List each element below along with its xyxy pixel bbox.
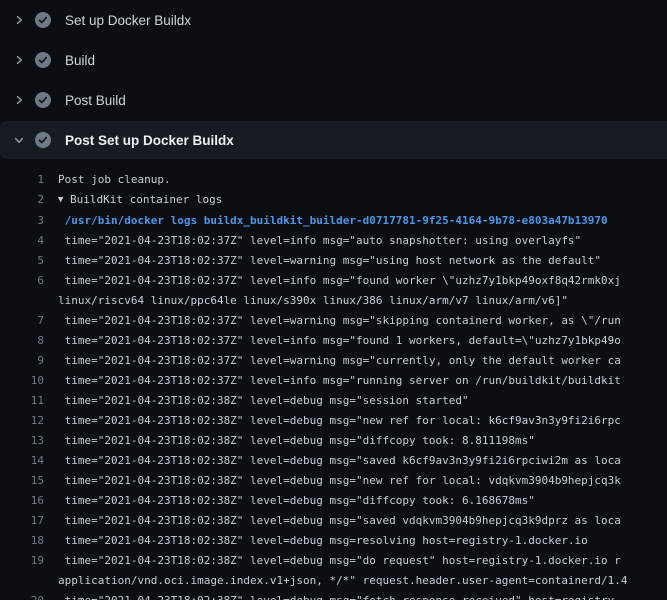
log-row: 18 time="2021-04-23T18:02:38Z" level=deb… [0, 531, 667, 551]
check-circle-icon [35, 52, 51, 68]
log-text: time="2021-04-23T18:02:38Z" level=debug … [44, 551, 667, 571]
step-row-post-set-up-docker-buildx[interactable]: Post Set up Docker Buildx [0, 121, 667, 159]
line-number[interactable] [0, 291, 44, 311]
log-lines: 1 Post job cleanup. 2 ▼ BuildKit contain… [0, 159, 667, 600]
log-row: 11 time="2021-04-23T18:02:38Z" level=deb… [0, 391, 667, 411]
chevron-down-icon [12, 133, 26, 147]
log-text: time="2021-04-23T18:02:38Z" level=debug … [44, 391, 667, 411]
log-text: linux/riscv64 linux/ppc64le linux/s390x … [44, 291, 667, 311]
line-number[interactable]: 15 [0, 471, 44, 491]
line-number[interactable]: 6 [0, 271, 44, 291]
step-row-build[interactable]: Build [0, 40, 667, 80]
log-text: application/vnd.oci.image.index.v1+json,… [44, 571, 667, 591]
log-text: time="2021-04-23T18:02:38Z" level=debug … [44, 491, 667, 511]
check-circle-icon [35, 132, 51, 148]
log-text: time="2021-04-23T18:02:38Z" level=debug … [44, 511, 667, 531]
step-label: Post Set up Docker Buildx [65, 133, 234, 148]
log-row: 10 time="2021-04-23T18:02:37Z" level=inf… [0, 371, 667, 391]
log-row: 14 time="2021-04-23T18:02:38Z" level=deb… [0, 451, 667, 471]
steps-list: Set up Docker Buildx Build [0, 0, 667, 159]
log-row: 5 time="2021-04-23T18:02:37Z" level=warn… [0, 251, 667, 271]
step-row-set-up-docker-buildx[interactable]: Set up Docker Buildx [0, 0, 667, 40]
step-label: Build [65, 53, 95, 68]
line-number[interactable]: 11 [0, 391, 44, 411]
line-number[interactable]: 12 [0, 411, 44, 431]
log-row: 6 time="2021-04-23T18:02:37Z" level=info… [0, 271, 667, 291]
log-row: 9 time="2021-04-23T18:02:37Z" level=warn… [0, 351, 667, 371]
log-text: time="2021-04-23T18:02:38Z" level=debug … [44, 411, 667, 431]
line-number[interactable]: 5 [0, 251, 44, 271]
log-text: time="2021-04-23T18:02:37Z" level=info m… [44, 271, 667, 291]
log-text: time="2021-04-23T18:02:37Z" level=warnin… [44, 251, 667, 271]
log-text: time="2021-04-23T18:02:38Z" level=debug … [44, 471, 667, 491]
log-row: 17 time="2021-04-23T18:02:38Z" level=deb… [0, 511, 667, 531]
chevron-right-icon [12, 53, 26, 67]
log-text: time="2021-04-23T18:02:37Z" level=warnin… [44, 311, 667, 331]
line-number[interactable]: 16 [0, 491, 44, 511]
line-number[interactable]: 1 [0, 170, 44, 190]
log-text: time="2021-04-23T18:02:38Z" level=debug … [44, 531, 667, 551]
check-circle-icon [35, 92, 51, 108]
chevron-right-icon [12, 93, 26, 107]
line-number[interactable]: 9 [0, 351, 44, 371]
actions-log-viewer: Set up Docker Buildx Build [0, 0, 667, 600]
line-number[interactable]: 17 [0, 511, 44, 531]
log-text: time="2021-04-23T18:02:37Z" level=info m… [44, 371, 667, 391]
log-text: /usr/bin/docker logs buildx_buildkit_bui… [44, 211, 667, 231]
step-label: Post Build [65, 93, 126, 108]
log-row: linux/riscv64 linux/ppc64le linux/s390x … [0, 291, 667, 311]
step-row-post-build[interactable]: Post Build [0, 80, 667, 120]
log-text: time="2021-04-23T18:02:37Z" level=info m… [44, 231, 667, 251]
chevron-right-icon [12, 13, 26, 27]
line-number[interactable]: 18 [0, 531, 44, 551]
line-number[interactable]: 3 [0, 211, 44, 231]
log-text: time="2021-04-23T18:02:37Z" level=info m… [44, 331, 667, 351]
log-row: 15 time="2021-04-23T18:02:38Z" level=deb… [0, 471, 667, 491]
log-text: time="2021-04-23T18:02:37Z" level=warnin… [44, 351, 667, 371]
line-number[interactable]: 4 [0, 231, 44, 251]
step-label: Set up Docker Buildx [65, 13, 191, 28]
line-number[interactable]: 19 [0, 551, 44, 571]
log-group-toggle[interactable]: ▼ BuildKit container logs [44, 190, 667, 211]
log-row: 1 Post job cleanup. [0, 170, 667, 190]
line-number[interactable]: 2 [0, 190, 44, 211]
log-row: 12 time="2021-04-23T18:02:38Z" level=deb… [0, 411, 667, 431]
line-number[interactable]: 20 [0, 591, 44, 600]
line-number[interactable]: 8 [0, 331, 44, 351]
log-row: 13 time="2021-04-23T18:02:38Z" level=deb… [0, 431, 667, 451]
log-row: 8 time="2021-04-23T18:02:37Z" level=info… [0, 331, 667, 351]
log-row: 16 time="2021-04-23T18:02:38Z" level=deb… [0, 491, 667, 511]
log-text: time="2021-04-23T18:02:38Z" level=debug … [44, 591, 667, 600]
line-number[interactable]: 13 [0, 431, 44, 451]
log-text: time="2021-04-23T18:02:38Z" level=debug … [44, 451, 667, 471]
log-row: 7 time="2021-04-23T18:02:37Z" level=warn… [0, 311, 667, 331]
log-row: 4 time="2021-04-23T18:02:37Z" level=info… [0, 231, 667, 251]
line-number[interactable]: 14 [0, 451, 44, 471]
line-number[interactable]: 7 [0, 311, 44, 331]
log-row: 19 time="2021-04-23T18:02:38Z" level=deb… [0, 551, 667, 571]
log-row: application/vnd.oci.image.index.v1+json,… [0, 571, 667, 591]
check-circle-icon [35, 12, 51, 28]
line-number[interactable] [0, 571, 44, 591]
log-text: Post job cleanup. [44, 170, 667, 190]
log-row: 3 /usr/bin/docker logs buildx_buildkit_b… [0, 211, 667, 231]
log-row: 2 ▼ BuildKit container logs [0, 190, 667, 211]
line-number[interactable]: 10 [0, 371, 44, 391]
log-row: 20 time="2021-04-23T18:02:38Z" level=deb… [0, 591, 667, 600]
group-caret-icon[interactable]: ▼ [58, 190, 63, 210]
log-text: time="2021-04-23T18:02:38Z" level=debug … [44, 431, 667, 451]
